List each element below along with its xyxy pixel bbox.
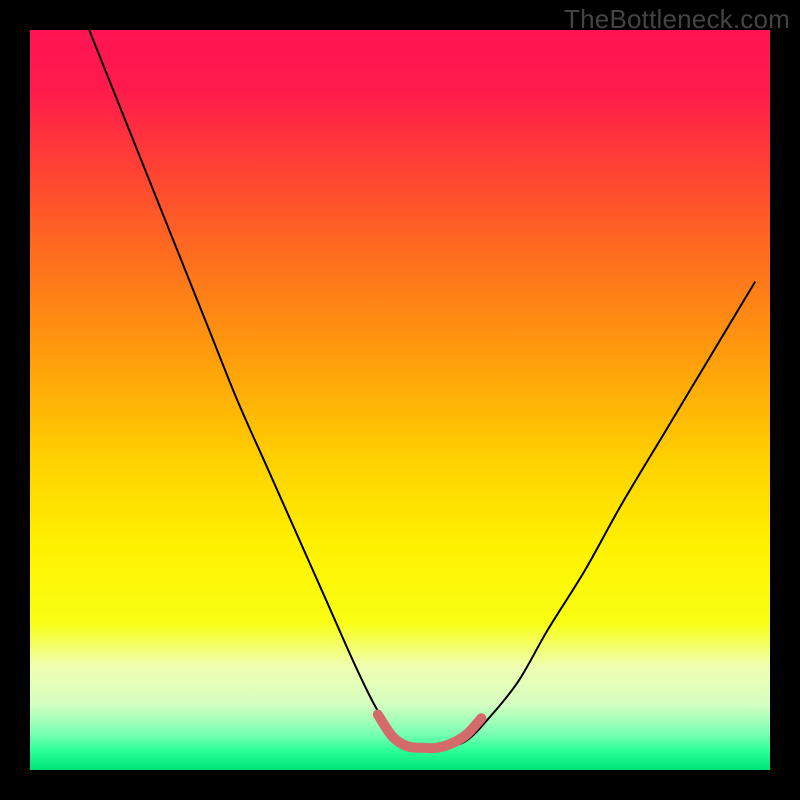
bottleneck-curve: [89, 30, 755, 749]
curve-layer: [30, 30, 770, 770]
optimal-band: [378, 715, 482, 749]
plot-area: [30, 30, 770, 770]
chart-frame: TheBottleneck.com: [0, 0, 800, 800]
watermark-text: TheBottleneck.com: [564, 4, 790, 35]
